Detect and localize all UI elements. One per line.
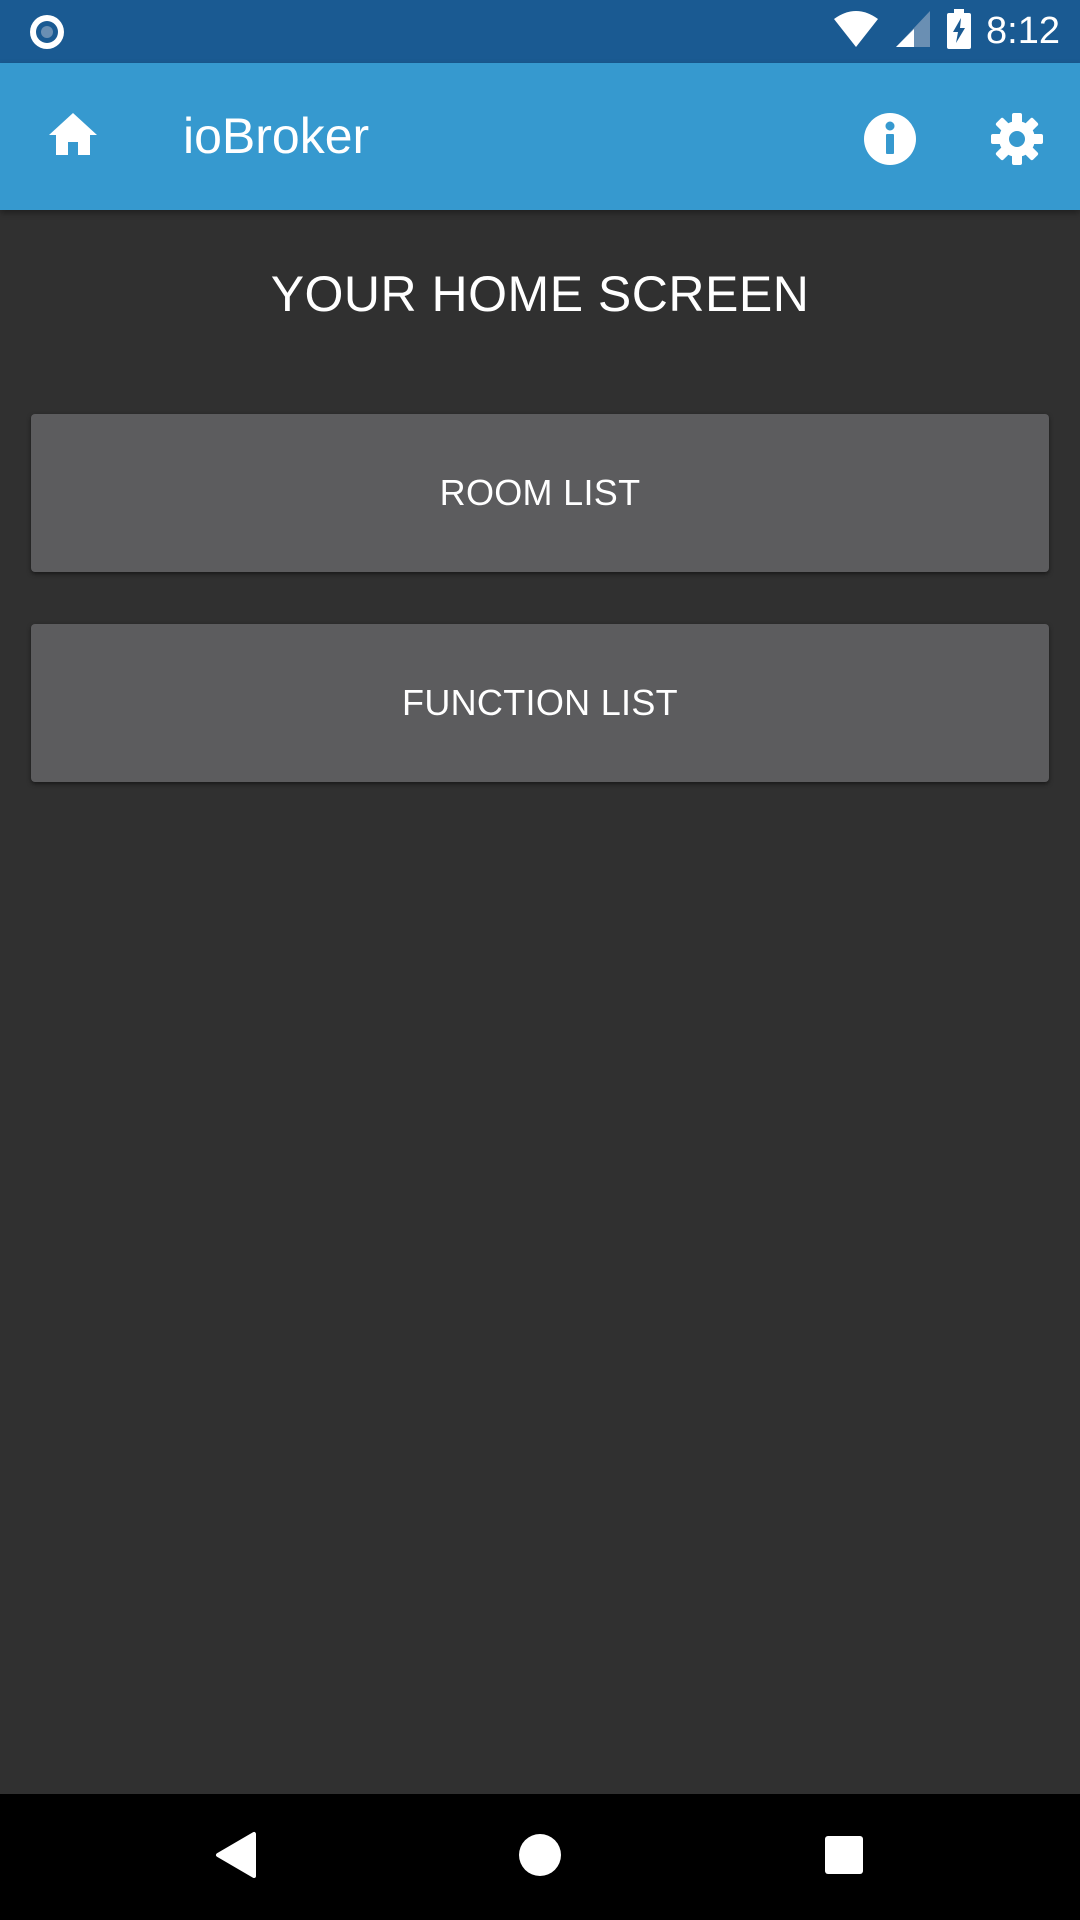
page-heading: YOUR HOME SCREEN [270,266,810,322]
settings-button[interactable] [972,101,1062,181]
room-list-button[interactable]: ROOM LIST [31,414,1049,572]
navigation-bar [0,1794,1080,1920]
function-list-button[interactable]: FUNCTION LIST [31,624,1049,782]
nav-back-button[interactable] [198,1819,274,1895]
recents-icon [823,1834,865,1881]
app-bar: ioBroker [0,63,1080,210]
back-icon [214,1830,258,1885]
nav-home-button[interactable] [502,1819,578,1895]
home-icon [47,111,99,162]
screen: 8:12 ioBroker YOUR HOME SCREEN ROOM LIST… [0,0,1080,1920]
info-button[interactable] [845,101,935,181]
app-title: ioBroker [183,108,370,164]
nav-recents-button[interactable] [806,1819,882,1895]
cell-signal-icon [894,9,932,54]
info-icon [863,112,917,171]
home-button[interactable] [28,96,118,176]
home-circle-icon [517,1832,563,1883]
gear-icon [989,111,1045,172]
status-time: 8:12 [986,10,1060,52]
status-icons: 8:12 [832,0,1060,63]
battery-charging-icon [946,9,972,54]
wifi-icon [832,9,880,54]
notification-circle-icon [28,13,66,51]
status-bar: 8:12 [0,0,1080,63]
